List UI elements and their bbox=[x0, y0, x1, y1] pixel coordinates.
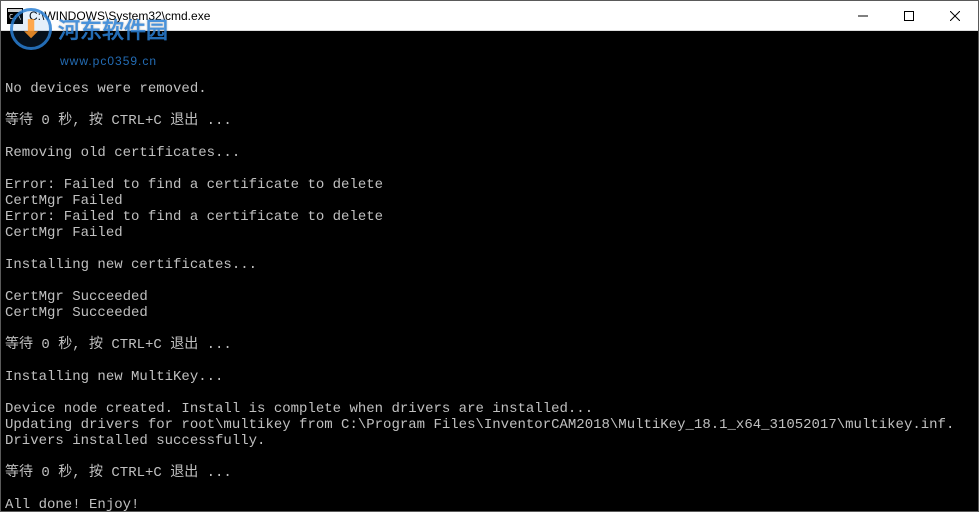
terminal-line bbox=[5, 353, 974, 369]
terminal-line: No devices were removed. bbox=[5, 81, 974, 97]
terminal-line: Installing new certificates... bbox=[5, 257, 974, 273]
window-title: C:\WINDOWS\System32\cmd.exe bbox=[29, 9, 840, 23]
terminal-line: Error: Failed to find a certificate to d… bbox=[5, 177, 974, 193]
terminal-line: All done! Enjoy! bbox=[5, 497, 974, 511]
terminal-line bbox=[5, 241, 974, 257]
terminal-line: CertMgr Failed bbox=[5, 225, 974, 241]
terminal-line bbox=[5, 97, 974, 113]
terminal-line: Installing new MultiKey... bbox=[5, 369, 974, 385]
window-controls bbox=[840, 1, 978, 30]
cmd-window: C:\ C:\WINDOWS\System32\cmd.exe No devic… bbox=[0, 0, 979, 512]
terminal-line bbox=[5, 321, 974, 337]
titlebar[interactable]: C:\ C:\WINDOWS\System32\cmd.exe bbox=[1, 1, 978, 31]
svg-text:C:\: C:\ bbox=[9, 13, 22, 21]
terminal-line: 等待 0 秒, 按 CTRL+C 退出 ... bbox=[5, 337, 974, 353]
terminal-line bbox=[5, 161, 974, 177]
terminal-line: Device node created. Install is complete… bbox=[5, 401, 974, 417]
terminal-line: CertMgr Succeeded bbox=[5, 305, 974, 321]
minimize-button[interactable] bbox=[840, 1, 886, 30]
terminal-line: Drivers installed successfully. bbox=[5, 433, 974, 449]
terminal-line: 等待 0 秒, 按 CTRL+C 退出 ... bbox=[5, 465, 974, 481]
terminal-line bbox=[5, 481, 974, 497]
terminal-line bbox=[5, 65, 974, 81]
terminal-output[interactable]: No devices were removed. 等待 0 秒, 按 CTRL+C… bbox=[1, 31, 978, 511]
terminal-line: Error: Failed to find a certificate to d… bbox=[5, 209, 974, 225]
terminal-line: Removing old certificates... bbox=[5, 145, 974, 161]
maximize-button[interactable] bbox=[886, 1, 932, 30]
close-button[interactable] bbox=[932, 1, 978, 30]
terminal-line: CertMgr Succeeded bbox=[5, 289, 974, 305]
terminal-line bbox=[5, 385, 974, 401]
terminal-line bbox=[5, 273, 974, 289]
terminal-line bbox=[5, 129, 974, 145]
cmd-icon: C:\ bbox=[7, 8, 23, 24]
terminal-line bbox=[5, 449, 974, 465]
terminal-line: 等待 0 秒, 按 CTRL+C 退出 ... bbox=[5, 113, 974, 129]
terminal-line: Updating drivers for root\multikey from … bbox=[5, 417, 974, 433]
terminal-line: CertMgr Failed bbox=[5, 193, 974, 209]
